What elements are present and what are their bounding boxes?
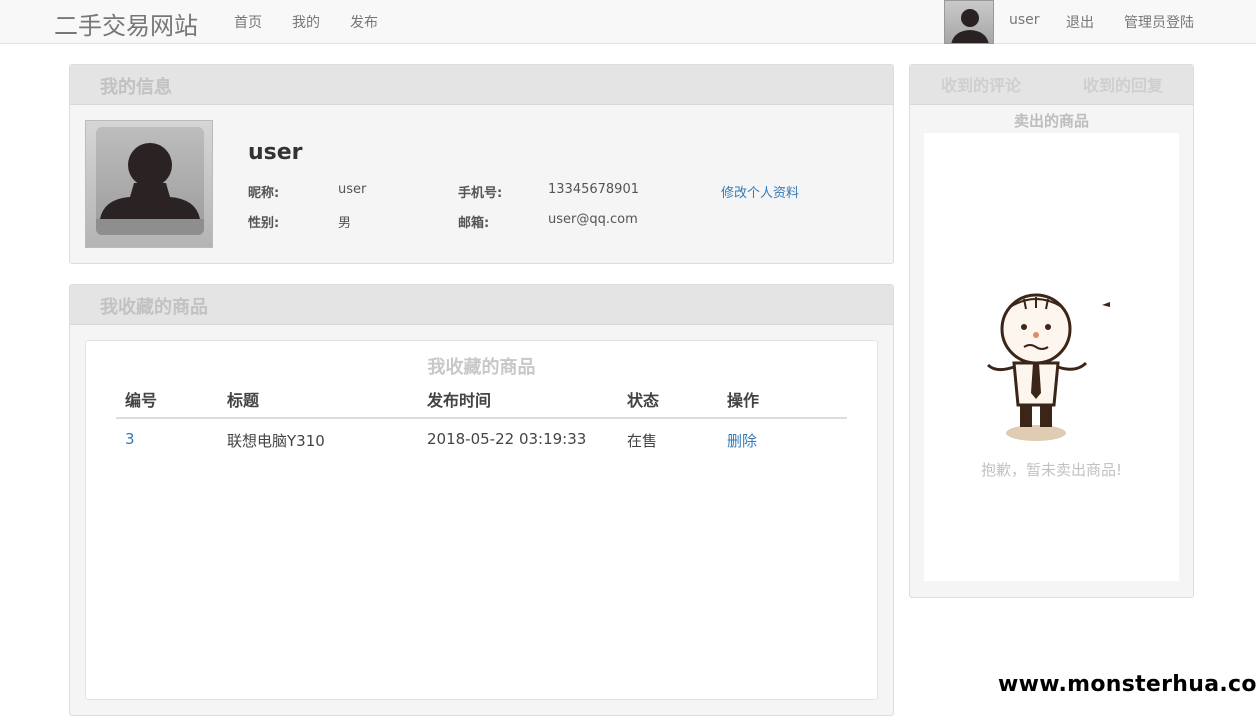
avatar-silhouette-icon — [96, 127, 204, 235]
row-id-link[interactable]: 3 — [125, 430, 135, 448]
table-caption: 我收藏的商品 — [427, 357, 536, 378]
profile-panel-header: 我的信息 — [70, 65, 893, 105]
tab-received-comments[interactable]: 收到的评论 — [941, 72, 1021, 96]
sales-panel-header: 收到的评论 收到的回复 — [910, 65, 1193, 105]
nav-username[interactable]: user — [1009, 12, 1040, 28]
nav-home[interactable]: 首页 — [234, 12, 262, 32]
watermark-text: www.monsterhua.com — [998, 672, 1256, 697]
user-avatar[interactable] — [944, 0, 994, 44]
nav-mine[interactable]: 我的 — [292, 12, 320, 32]
row-status: 在售 — [627, 432, 658, 450]
email-label: 邮箱: — [458, 216, 490, 231]
tab-received-replies[interactable]: 收到的回复 — [1083, 72, 1163, 96]
profile-avatar — [85, 120, 213, 248]
profile-name: user — [248, 140, 303, 165]
column-header-action: 操作 — [727, 391, 760, 410]
header-divider — [116, 417, 847, 419]
column-header-time: 发布时间 — [427, 391, 492, 410]
column-header-status: 状态 — [627, 391, 660, 410]
sold-goods-title: 卖出的商品 — [1013, 112, 1089, 130]
sales-panel: 收到的评论 收到的回复 卖出的商品 抱歉，暂未卖出商品! — [909, 64, 1194, 598]
favorites-table: 我收藏的商品 编号 标题 发布时间 状态 操作 3 联想电脑Y310 2018-… — [85, 340, 878, 700]
delete-link[interactable]: 删除 — [727, 430, 757, 451]
favorites-panel-header: 我收藏的商品 — [70, 285, 893, 325]
row-time: 2018-05-22 03:19:33 — [427, 430, 587, 448]
profile-panel-title: 我的信息 — [100, 77, 172, 98]
edit-profile-link[interactable]: 修改个人资料 — [721, 182, 799, 201]
email-value: user@qq.com — [548, 212, 638, 227]
gender-value: 男 — [338, 216, 352, 231]
empty-sales-message: 抱歉，暂未卖出商品! — [980, 461, 1122, 479]
phone-label: 手机号: — [458, 186, 503, 201]
profile-panel: 我的信息 user 昵称: user 手机号: 13345678901 修改个人… — [69, 64, 894, 264]
column-header-id: 编号 — [125, 391, 158, 410]
phone-value: 13345678901 — [548, 182, 639, 197]
site-brand[interactable]: 二手交易网站 — [54, 6, 198, 41]
top-navbar: 二手交易网站 首页 我的 发布 user 退出 管理员登陆 — [0, 0, 1256, 44]
logout-link[interactable]: 退出 — [1066, 12, 1094, 32]
sold-goods-area: 抱歉，暂未卖出商品! — [924, 133, 1179, 581]
nav-publish[interactable]: 发布 — [350, 12, 378, 32]
favorites-panel: 我收藏的商品 我收藏的商品 编号 标题 发布时间 状态 操作 3 联想电脑Y31… — [69, 284, 894, 716]
nickname-label: 昵称: — [248, 186, 280, 201]
shrugging-man-icon — [986, 293, 1110, 441]
admin-login-link[interactable]: 管理员登陆 — [1124, 12, 1194, 32]
column-header-title: 标题 — [227, 391, 260, 410]
gender-label: 性别: — [248, 216, 280, 231]
row-title: 联想电脑Y310 — [227, 432, 325, 450]
nickname-value: user — [338, 182, 367, 197]
favorites-panel-title: 我收藏的商品 — [100, 297, 208, 318]
